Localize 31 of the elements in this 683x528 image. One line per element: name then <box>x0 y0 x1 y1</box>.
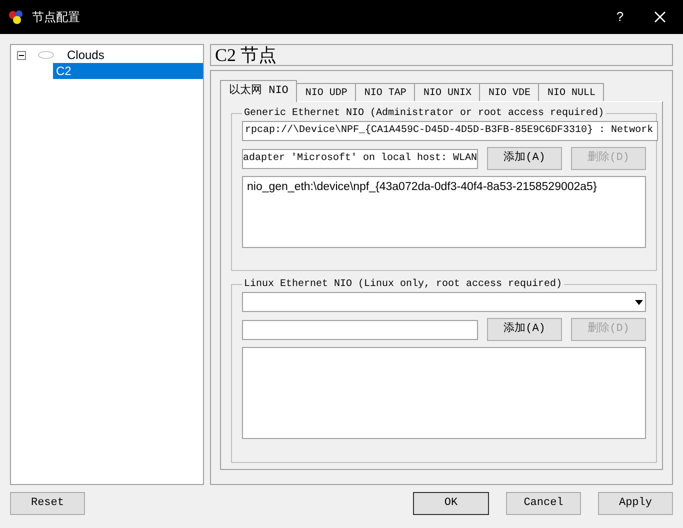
add-button[interactable]: 添加(A) <box>487 318 562 341</box>
collapse-icon[interactable] <box>17 50 26 60</box>
close-icon <box>654 11 666 23</box>
list-item[interactable]: nio_gen_eth:\device\npf_{43a072da-0df3-40f4-8a53-2158529002a5} <box>247 179 641 196</box>
device-field[interactable]: rpcap://\Device\NPF_{CA1A459C-D45D-4D5D-B3FB-85E9C6DF3310} : Network <box>242 121 658 141</box>
reset-button[interactable]: Reset <box>10 492 85 515</box>
ok-button[interactable]: OK <box>413 492 489 515</box>
node-header: C2 节点 <box>210 44 673 66</box>
dropdown[interactable] <box>242 292 646 312</box>
tab[interactable]: 以太网 NIO <box>220 80 298 102</box>
window-title: 节点配置 <box>32 9 80 26</box>
cancel-button[interactable]: Cancel <box>506 492 581 515</box>
name-field[interactable]: adapter 'Microsoft' on local host: WLAN <box>242 148 478 168</box>
list-box[interactable] <box>242 347 646 439</box>
tab[interactable]: NIO TAP <box>356 83 416 102</box>
help-button[interactable]: ? <box>605 7 635 27</box>
app-icon <box>8 9 24 25</box>
list-box[interactable]: nio_gen_eth:\device\npf_{43a072da-0df3-40f4-8a53-2158529002a5} <box>242 176 646 248</box>
tree-item[interactable]: Clouds <box>64 47 108 63</box>
tab[interactable]: NIO UNIX <box>415 83 480 102</box>
dropdown-arrow-icon <box>635 300 643 304</box>
tab[interactable]: NIO NULL <box>539 83 604 102</box>
tab[interactable]: NIO UDP <box>297 83 356 102</box>
add-button[interactable]: 添加(A) <box>487 147 562 170</box>
cloud-icon <box>38 51 54 59</box>
group-title: Linux Ethernet NIO (Linux only, root access required) <box>243 278 564 292</box>
apply-button[interactable]: Apply <box>598 492 673 515</box>
tab[interactable]: NIO VDE <box>480 83 540 102</box>
name-field[interactable] <box>242 320 478 340</box>
group-title: Generic Ethernet NIO (Administrator or root access required) <box>243 106 606 121</box>
tree-item[interactable]: C2 <box>53 63 203 79</box>
